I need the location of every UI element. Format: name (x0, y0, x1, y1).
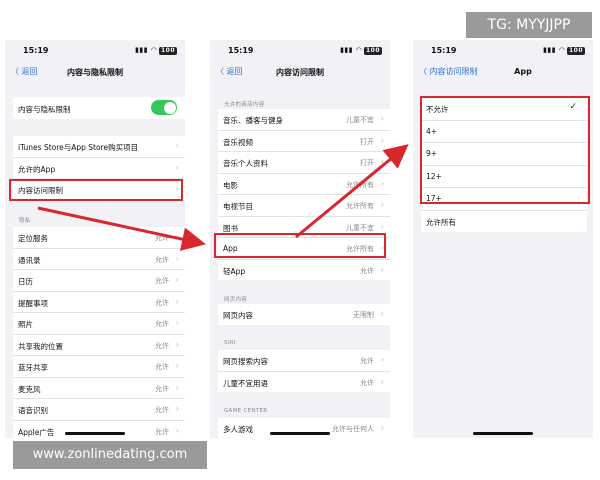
arrow-to-rating-options (295, 144, 409, 239)
annotation-arrows (37, 144, 409, 251)
watermark-top: TG: MYYJJPP (466, 12, 592, 38)
arrow-to-app-row (37, 206, 206, 251)
watermark-bottom: www.zonlinedating.com (13, 441, 207, 469)
